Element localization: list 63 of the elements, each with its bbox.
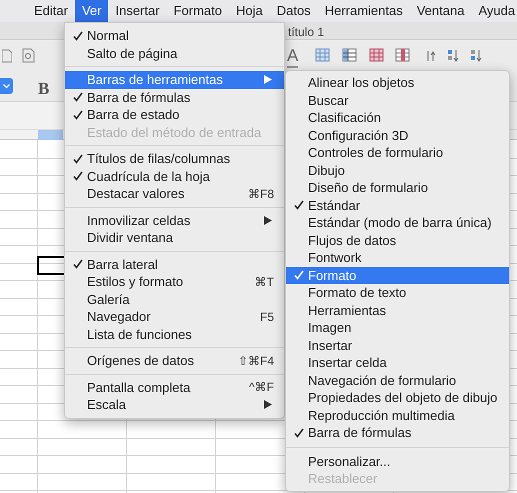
menu-item[interactable]: Estilos y formato ⌘T: [65, 273, 284, 290]
menu-item[interactable]: Barra de fórmulas: [286, 424, 509, 442]
menu-bar-item[interactable]: Insertar: [108, 0, 167, 22]
menu-item[interactable]: Dibujo: [286, 162, 509, 179]
menu-item[interactable]: Diseño de formulario: [286, 179, 509, 196]
menu-item[interactable]: Navegador F5: [65, 308, 284, 326]
menu-item[interactable]: Personalizar...: [286, 452, 509, 470]
menu-item[interactable]: Inmovilizar celdas: [65, 212, 284, 229]
menu-bar-item[interactable]: Ayuda: [471, 0, 517, 22]
sort-ascending-icon[interactable]: [447, 49, 459, 62]
menu-item[interactable]: Flujos de datos: [286, 232, 509, 249]
sort-icon[interactable]: [425, 50, 437, 62]
menu-bar-item[interactable]: Editar: [27, 0, 75, 22]
menu-item[interactable]: Barra de fórmulas: [65, 88, 284, 106]
menu-bar-item[interactable]: Hoja: [228, 0, 270, 22]
menu-item[interactable]: Insertar celda: [286, 354, 509, 372]
menu-item[interactable]: Normal: [65, 27, 284, 44]
menu-item[interactable]: Títulos de filas/columnas: [65, 150, 284, 168]
menu-item[interactable]: Propiedades del objeto de dibujo: [286, 389, 509, 406]
table-columns-icon[interactable]: [342, 48, 358, 63]
menu-item[interactable]: Cuadrícula de la hoja: [65, 168, 284, 185]
menu-item[interactable]: Alinear los objetos: [286, 74, 509, 92]
font-color-button[interactable]: A: [287, 46, 298, 68]
table-remove-icon[interactable]: [395, 48, 411, 63]
menu-item[interactable]: Estándar: [286, 196, 509, 214]
menu-item[interactable]: Barra lateral: [65, 256, 284, 273]
menu-item[interactable]: Formato de texto: [286, 284, 509, 302]
menu-item[interactable]: Lista de funciones: [65, 326, 284, 343]
menu-item[interactable]: Controles de formulario: [286, 144, 509, 162]
menu-item[interactable]: Configuración 3D: [286, 126, 509, 144]
bold-button[interactable]: B: [38, 76, 50, 102]
menu-item[interactable]: Imagen: [286, 319, 509, 336]
menu-item[interactable]: Insertar: [286, 336, 509, 354]
menu-item[interactable]: Barras de herramientas: [65, 71, 284, 88]
menu-item[interactable]: Pantalla completa ^⌘F: [65, 378, 284, 396]
dropdown-button[interactable]: [0, 78, 13, 94]
menu-bar-item[interactable]: Ventana: [410, 0, 472, 22]
window-title: título 1: [288, 24, 324, 41]
menu-item[interactable]: Herramientas: [286, 302, 509, 319]
table-insert-icon[interactable]: [315, 48, 331, 63]
menu-item[interactable]: Barra de estado: [65, 106, 284, 124]
menu-item[interactable]: Fontwork: [286, 249, 509, 266]
sort-descending-icon[interactable]: [470, 49, 482, 62]
menu-bar-item[interactable]: Formato: [166, 0, 229, 22]
menu-item[interactable]: Buscar: [286, 92, 509, 109]
menu-item[interactable]: Clasificación: [286, 109, 509, 126]
menu-item[interactable]: Reproducción multimedia: [286, 406, 509, 424]
menu-bar-item[interactable]: Datos: [270, 0, 318, 22]
menu-item[interactable]: Destacar valores ⌘F8: [65, 185, 284, 202]
menu-item[interactable]: Navegación de formulario: [286, 372, 509, 389]
print-preview-icon[interactable]: [22, 48, 35, 63]
menu-bar-item[interactable]: Ver: [74, 0, 108, 22]
menu-item[interactable]: Galería: [65, 290, 284, 308]
menu-bar-item[interactable]: Herramientas: [318, 0, 410, 22]
menu-item[interactable]: Estándar (modo de barra única): [286, 214, 509, 232]
menu-item[interactable]: Escala: [65, 396, 284, 414]
menu-item[interactable]: Salto de página: [65, 44, 284, 62]
menu-item[interactable]: Orígenes de datos ⇧⌘F4: [65, 352, 284, 370]
document-icon[interactable]: [2, 49, 12, 63]
menu-item[interactable]: Dividir ventana: [65, 229, 284, 246]
chevron-down-icon: [3, 84, 10, 88]
table-delete-icon[interactable]: [369, 48, 385, 63]
menu-item[interactable]: Formato: [286, 266, 509, 284]
